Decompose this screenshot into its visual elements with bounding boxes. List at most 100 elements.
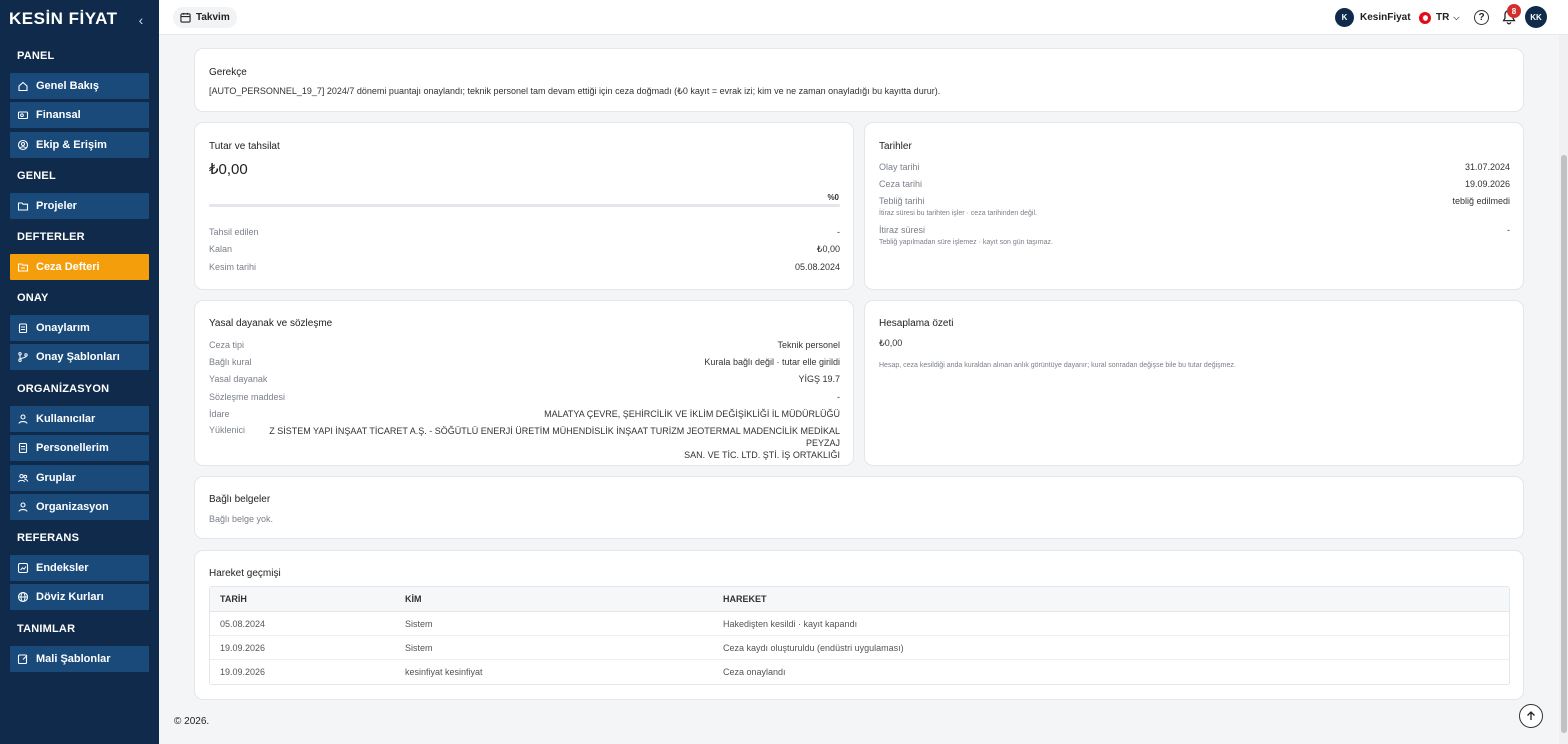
sidebar-item-döviz-kurları[interactable]: Döviz Kurları	[10, 584, 149, 611]
contractor-row: Yüklenici Z SİSTEM YAPI İNŞAAT TİCARET A…	[209, 425, 840, 461]
arrow-up-icon	[1527, 711, 1535, 720]
reason-title: Gerekçe	[209, 67, 247, 78]
dates-card: Tarihler Olay tarihi 31.07.2024 Ceza tarih…	[864, 122, 1524, 290]
amount-label: Kesim tarihi	[209, 261, 257, 272]
team-icon	[17, 139, 29, 151]
legal-value: -	[837, 391, 840, 402]
ledger-icon	[17, 261, 29, 273]
objection-hint: İtiraz süresi bu tarihten işler · ceza t…	[879, 210, 1037, 217]
sidebar-item-personellerim[interactable]: Personellerim	[10, 435, 149, 462]
nav-section-title: TANIMLAR	[17, 623, 76, 635]
reason-text: [AUTO_PERSONNEL_19_7] 2024/7 dönemi puan…	[209, 86, 941, 96]
id-card-icon	[17, 442, 29, 454]
legal-label: İdare	[209, 408, 230, 419]
sidebar-item-finansal[interactable]: Finansal	[10, 102, 149, 129]
sidebar-item-organizasyon[interactable]: Organizasyon	[10, 494, 149, 521]
sidebar-item-endeksler[interactable]: Endeksler	[10, 555, 149, 581]
calc-title: Hesaplama özeti	[879, 318, 954, 329]
org-icon	[17, 501, 29, 513]
legal-card: Yasal dayanak ve sözleşme Ceza tipi Tekni…	[194, 300, 854, 466]
date-label: Tebliğ tarihi	[879, 196, 925, 206]
tab-calendar-label: Takvim	[196, 12, 230, 23]
sidebar-item-gruplar[interactable]: Gruplar	[10, 464, 149, 491]
nav-section-title: ORGANİZASYON	[17, 383, 110, 395]
sidebar-item-kullanıcılar[interactable]: Kullanıcılar	[10, 406, 149, 432]
legal-label: Yasal dayanak	[209, 374, 268, 385]
sidebar-item-onaylarım[interactable]: Onaylarım	[10, 315, 149, 341]
contractor-label: Yüklenici	[209, 425, 246, 435]
sidebar-item-mali-şablonlar[interactable]: Mali Şablonlar	[10, 646, 149, 672]
sidebar-item-onay-şablonları[interactable]: Onay Şablonları	[10, 344, 149, 371]
sidebar-item-projeler[interactable]: Projeler	[10, 193, 149, 219]
sidebar-item-label: Organizasyon	[36, 501, 109, 514]
language-selector[interactable]: TR ⌵	[1419, 7, 1459, 28]
table-row: 19.09.2026 Sistem Ceza kaydı oluşturuldu (…	[210, 636, 1509, 660]
amount-title: Tutar ve tahsilat	[209, 141, 280, 152]
user-name: KesinFiyat	[1360, 12, 1411, 23]
column-date: TARİH	[220, 594, 247, 604]
row-who: Sistem	[405, 642, 433, 653]
scroll-to-top-button[interactable]	[1519, 704, 1543, 728]
calc-note: Hesap, ceza kesildiği anda kuraldan alın…	[879, 362, 1236, 369]
sidebar-item-label: Mali Şablonlar	[36, 653, 111, 665]
legal-label: Sözleşme maddesi	[209, 391, 286, 402]
legal-row: Ceza tipi Teknik personel	[209, 340, 840, 350]
amount-row: Kalan ₺0,00	[209, 244, 840, 255]
date-row: Tebliğ tarihi tebliğ edilmedi	[879, 196, 1510, 206]
sidebar-item-label: Finansal	[36, 109, 81, 122]
chevron-down-icon: ⌵	[1453, 12, 1460, 22]
logo[interactable]: KESİN FİYAT	[9, 9, 117, 29]
profile-avatar[interactable]: KK	[1525, 6, 1547, 28]
sidebar-item-label: Döviz Kurları	[36, 591, 104, 604]
notification-badge: 8	[1507, 4, 1521, 18]
legal-value: MALATYA ÇEVRE, ŞEHİRCİLİK VE İKLİM DEĞİŞ…	[544, 408, 840, 419]
help-icon[interactable]: ?	[1474, 10, 1489, 25]
table-row: 19.09.2026 kesinfiyat kesinfiyat Ceza onay…	[210, 660, 1509, 684]
row-date: 19.09.2026	[220, 642, 266, 653]
nav-section-title: PANEL	[17, 50, 55, 62]
edit-icon	[17, 653, 29, 665]
collapse-sidebar-icon[interactable]: ‹	[134, 12, 148, 28]
scrollbar-thumb[interactable]	[1561, 155, 1567, 733]
legal-row: İdare MALATYA ÇEVRE, ŞEHİRCİLİK VE İKLİM …	[209, 409, 840, 419]
documents-empty: Bağlı belge yok.	[209, 514, 274, 524]
history-table: TARİH KİM HAREKET 05.08.2024 Sistem Hakedi…	[209, 586, 1510, 685]
legal-value: YİGŞ 19.7	[798, 374, 840, 385]
nav-section-title: ONAY	[17, 292, 49, 304]
date-value: 31.07.2024	[1464, 162, 1510, 172]
collection-progress	[209, 204, 840, 207]
amount-row: Tahsil edilen -	[209, 227, 840, 237]
date-label: İtiraz süresi	[879, 225, 926, 235]
column-who: KİM	[405, 594, 422, 604]
language-code: TR	[1436, 12, 1450, 23]
contractor-line-2: SAN. VE TİC. LTD. ŞTİ. İŞ ORTAKLIĞI	[684, 450, 840, 460]
reason-card: Gerekçe [AUTO_PERSONNEL_19_7] 2024/7 dön…	[194, 48, 1524, 112]
home-icon	[17, 80, 29, 92]
calendar-icon	[180, 12, 191, 23]
date-label: Ceza tarihi	[879, 179, 923, 189]
amount-value: ₺0,00	[816, 244, 840, 255]
clipboard-icon	[17, 322, 29, 334]
notification-hint: Tebliğ yapılmadan süre işlemez · kayıt s…	[879, 239, 1053, 246]
sidebar-item-label: Genel Bakış	[36, 80, 99, 92]
footer-copyright: © 2026.	[174, 716, 210, 727]
collected-percent: %0	[827, 193, 839, 202]
sidebar-item-genel-bakış[interactable]: Genel Bakış	[10, 73, 149, 99]
documents-title: Bağlı belgeler	[209, 494, 271, 505]
sidebar-item-ceza-defteri[interactable]: Ceza Defteri	[10, 254, 149, 280]
sidebar-item-label: Onaylarım	[36, 322, 90, 334]
user-menu[interactable]: K KesinFiyat	[1335, 7, 1411, 28]
row-who: kesinfiyat kesinfiyat	[405, 667, 483, 677]
date-label: Olay tarihi	[879, 162, 920, 172]
amount-row: Kesim tarihi 05.08.2024	[209, 262, 840, 272]
sidebar-item-ekip-erişim[interactable]: Ekip & Erişim	[10, 131, 149, 158]
row-date: 19.09.2026	[220, 667, 266, 677]
row-who: Sistem	[405, 618, 433, 629]
sidebar: KESİN FİYAT ‹ PANEL Genel Bakış Finansal Ek…	[0, 0, 159, 744]
table-header: TARİH KİM HAREKET	[210, 587, 1509, 612]
amount-value: -	[837, 227, 840, 237]
sidebar-item-label: Ekip & Erişim	[36, 138, 107, 151]
tab-calendar[interactable]: Takvim	[173, 7, 237, 28]
date-row: Olay tarihi 31.07.2024	[879, 162, 1510, 172]
date-value: tebliğ edilmedi	[1452, 196, 1510, 206]
